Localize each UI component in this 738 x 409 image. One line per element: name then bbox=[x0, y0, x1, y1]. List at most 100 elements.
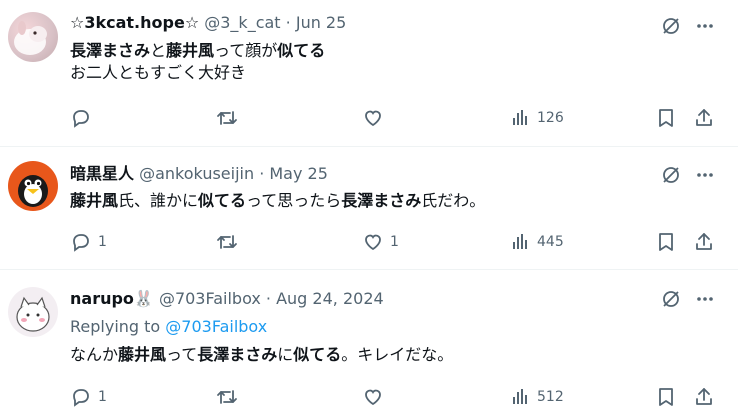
views-icon bbox=[509, 231, 531, 253]
text-segment: に bbox=[277, 345, 294, 364]
bold-text-segment: 藤井風 bbox=[166, 41, 215, 60]
tweet-feed: ☆3kcat.hope☆ @3_k_cat · Jun 25 長澤まさみと藤井風… bbox=[0, 0, 738, 409]
avatar[interactable] bbox=[8, 161, 58, 211]
bold-text-segment: 似てる bbox=[293, 345, 342, 364]
tweet-actions: 1 1 445 bbox=[0, 230, 738, 254]
share-button[interactable] bbox=[693, 385, 715, 409]
bold-text-segment: 似てる bbox=[277, 41, 326, 60]
reply-button[interactable]: 1 bbox=[70, 385, 107, 409]
bookmark-button[interactable] bbox=[655, 385, 677, 409]
tweet-date[interactable]: · May 25 bbox=[259, 164, 328, 183]
retweet-icon bbox=[216, 386, 238, 408]
text-segment: って bbox=[166, 345, 198, 364]
user-handle[interactable]: @3_k_cat bbox=[204, 13, 280, 32]
text-segment: お二人ともすごく大好き bbox=[70, 63, 247, 82]
grok-icon[interactable] bbox=[660, 164, 682, 186]
share-button[interactable] bbox=[693, 106, 715, 130]
tweet-actions: 126 bbox=[0, 106, 738, 130]
text-segment: って思ったら bbox=[246, 191, 342, 210]
like-icon bbox=[362, 386, 384, 408]
bookmark-button[interactable] bbox=[655, 106, 677, 130]
bold-text-segment: 藤井風 bbox=[70, 191, 119, 210]
retweet-icon bbox=[216, 231, 238, 253]
display-name[interactable]: 暗黒星人 bbox=[70, 164, 134, 183]
view-count: 512 bbox=[537, 389, 564, 405]
display-name[interactable]: narupo bbox=[70, 289, 134, 308]
more-icon[interactable] bbox=[694, 15, 716, 37]
bold-text-segment: 長澤まさみ bbox=[341, 191, 422, 210]
view-count: 445 bbox=[537, 234, 564, 250]
like-button[interactable] bbox=[362, 385, 390, 409]
avatar[interactable] bbox=[8, 12, 58, 62]
bold-text-segment: 似てる bbox=[198, 191, 247, 210]
user-handle[interactable]: @703Failbox bbox=[159, 289, 261, 308]
share-icon bbox=[693, 386, 715, 408]
bold-text-segment: 藤井風 bbox=[118, 345, 167, 364]
text-segment: なんか bbox=[70, 345, 119, 364]
tweet[interactable]: ☆3kcat.hope☆ @3_k_cat · Jun 25 長澤まさみと藤井風… bbox=[0, 0, 738, 146]
view-count: 126 bbox=[537, 110, 564, 126]
tweet[interactable]: narupo🐰 @703Failbox · Aug 24, 2024 Reply… bbox=[0, 269, 738, 409]
tweet-header: 暗黒星人 @ankokuseijin · May 25 bbox=[70, 164, 328, 184]
views-button[interactable]: 126 bbox=[509, 106, 564, 130]
reply-button[interactable]: 1 bbox=[70, 230, 107, 254]
bold-text-segment: 長澤まさみ bbox=[197, 345, 278, 364]
reply-icon bbox=[70, 107, 92, 129]
share-icon bbox=[693, 231, 715, 253]
like-button[interactable]: 1 bbox=[362, 230, 399, 254]
like-icon bbox=[362, 231, 384, 253]
views-icon bbox=[509, 386, 531, 408]
text-line: なんか藤井風って長澤まさみに似てる。キレイだな。 bbox=[70, 344, 453, 366]
tweet-text: 藤井風氏、誰かに似てるって思ったら長澤まさみ氏だわ。 bbox=[70, 190, 485, 212]
views-button[interactable]: 512 bbox=[509, 385, 564, 409]
like-icon bbox=[362, 107, 384, 129]
like-button[interactable] bbox=[362, 106, 390, 130]
name-emoji: 🐰 bbox=[133, 289, 154, 308]
tweet-text: 長澤まさみと藤井風って顔が似てる お二人ともすごく大好き bbox=[70, 40, 325, 84]
grok-icon[interactable] bbox=[660, 15, 682, 37]
grok-icon[interactable] bbox=[660, 288, 682, 310]
text-segment: と bbox=[150, 41, 167, 60]
reply-icon bbox=[70, 386, 92, 408]
tweet-header: ☆3kcat.hope☆ @3_k_cat · Jun 25 bbox=[70, 13, 346, 33]
text-segment: 氏だわ。 bbox=[421, 191, 486, 210]
bookmark-button[interactable] bbox=[655, 230, 677, 254]
text-segment: 。キレイだな。 bbox=[341, 345, 454, 364]
tweet-date[interactable]: · Jun 25 bbox=[286, 13, 347, 32]
tweet[interactable]: 暗黒星人 @ankokuseijin · May 25 藤井風氏、誰かに似てるっ… bbox=[0, 146, 738, 269]
retweet-button[interactable] bbox=[216, 106, 244, 130]
reply-count: 1 bbox=[98, 234, 107, 250]
more-icon[interactable] bbox=[694, 288, 716, 310]
bold-text-segment: 長澤まさみ bbox=[70, 41, 151, 60]
bookmark-icon bbox=[655, 107, 677, 129]
display-name[interactable]: ☆3kcat.hope☆ bbox=[70, 13, 199, 32]
tweet-actions: 1 512 bbox=[0, 385, 738, 409]
retweet-icon bbox=[216, 107, 238, 129]
tweet-text: なんか藤井風って長澤まさみに似てる。キレイだな。 bbox=[70, 344, 453, 366]
tweet-header: narupo🐰 @703Failbox · Aug 24, 2024 bbox=[70, 289, 384, 309]
share-button[interactable] bbox=[693, 230, 715, 254]
bookmark-icon bbox=[655, 231, 677, 253]
replying-to-label: Replying to bbox=[70, 317, 166, 336]
text-line: お二人ともすごく大好き bbox=[70, 62, 325, 84]
views-button[interactable]: 445 bbox=[509, 230, 564, 254]
user-handle[interactable]: @ankokuseijin bbox=[139, 164, 254, 183]
replying-to-handle[interactable]: @703Failbox bbox=[165, 317, 267, 336]
text-line: 藤井風氏、誰かに似てるって思ったら長澤まさみ氏だわ。 bbox=[70, 190, 485, 212]
retweet-button[interactable] bbox=[216, 230, 244, 254]
replying-to: Replying to @703Failbox bbox=[70, 317, 267, 337]
reply-icon bbox=[70, 231, 92, 253]
share-icon bbox=[693, 107, 715, 129]
avatar[interactable] bbox=[8, 287, 58, 337]
text-segment: って顔が bbox=[214, 41, 278, 60]
text-segment: 氏、誰かに bbox=[118, 191, 199, 210]
tweet-date[interactable]: · Aug 24, 2024 bbox=[266, 289, 384, 308]
reply-count: 1 bbox=[98, 389, 107, 405]
views-icon bbox=[509, 107, 531, 129]
text-line: 長澤まさみと藤井風って顔が似てる bbox=[70, 40, 325, 62]
bookmark-icon bbox=[655, 386, 677, 408]
like-count: 1 bbox=[390, 234, 399, 250]
reply-button[interactable] bbox=[70, 106, 98, 130]
more-icon[interactable] bbox=[694, 164, 716, 186]
retweet-button[interactable] bbox=[216, 385, 244, 409]
